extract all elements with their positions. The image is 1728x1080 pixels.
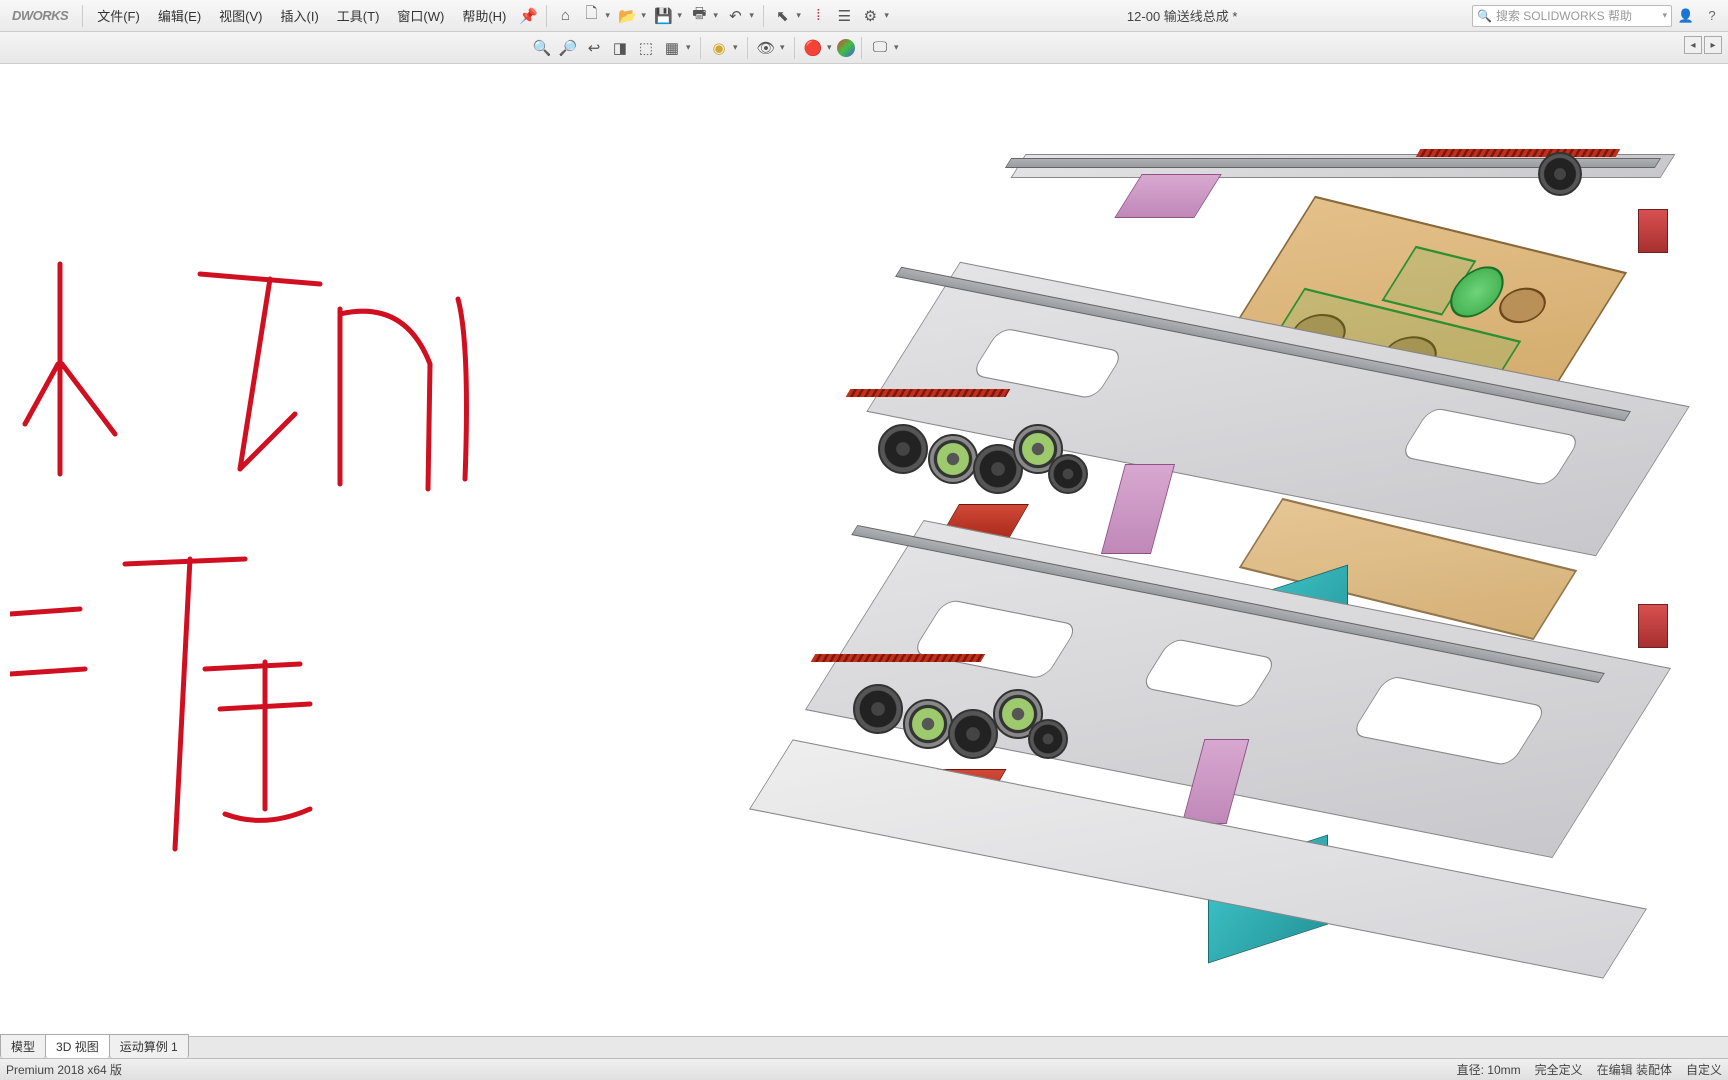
section-view-icon[interactable]: ◨: [608, 36, 632, 60]
graphics-viewport[interactable]: [0, 64, 1728, 1036]
nav-prev-icon[interactable]: ◂: [1684, 36, 1702, 54]
status-custom[interactable]: 自定义: [1686, 1061, 1722, 1078]
tab-motion[interactable]: 运动算例 1: [109, 1034, 189, 1058]
dropdown-icon[interactable]: ▾: [713, 10, 721, 21]
pushpin-icon[interactable]: 📌: [516, 4, 540, 28]
statusbar: Premium 2018 x64 版 直径: 10mm 完全定义 在编辑 装配体…: [0, 1058, 1728, 1080]
traffic-icon[interactable]: ⁞: [806, 4, 830, 28]
view-toolbar: 🔍 🔎 ↩ ◨ ⬚ ▦▾ ◉▾ 👁▾ 🔴▾ 🖵▾: [0, 32, 1728, 64]
dropdown-icon[interactable]: ▾: [749, 10, 757, 21]
help-search[interactable]: 🔍 搜索 SOLIDWORKS 帮助 ▾: [1472, 5, 1672, 27]
menu-file[interactable]: 文件(F): [89, 2, 148, 29]
print-icon[interactable]: 🖶: [687, 4, 711, 28]
open-icon[interactable]: 📂: [615, 4, 639, 28]
separator: [700, 37, 701, 59]
render-icon[interactable]: 🖵: [868, 36, 892, 60]
separator: [861, 37, 862, 59]
separator: [82, 5, 83, 27]
dropdown-icon[interactable]: ▾: [796, 10, 804, 21]
orientation-icon[interactable]: ⬚: [634, 36, 658, 60]
status-define: 完全定义: [1535, 1061, 1583, 1078]
menu-insert[interactable]: 插入(I): [273, 2, 327, 29]
search-icon: 🔍: [1477, 9, 1492, 23]
model-tabs: 模型 3D 视图 运动算例 1: [0, 1036, 1728, 1058]
dropdown-icon[interactable]: ▾: [641, 10, 649, 21]
tab-3dview[interactable]: 3D 视图: [45, 1034, 110, 1058]
home-icon[interactable]: ⌂: [553, 4, 577, 28]
list-icon[interactable]: ☰: [832, 4, 856, 28]
app-logo: DWORKS: [4, 8, 76, 23]
separator: [747, 37, 748, 59]
hide-show-icon[interactable]: ◉: [707, 36, 731, 60]
separator: [763, 5, 764, 27]
appearance-icon[interactable]: 🔴: [801, 36, 825, 60]
zoom-fit-icon[interactable]: 🔍: [530, 36, 554, 60]
dropdown-icon[interactable]: ▾: [733, 42, 741, 53]
tab-model[interactable]: 模型: [0, 1034, 46, 1058]
dropdown-icon[interactable]: ▾: [894, 42, 902, 53]
menu-window[interactable]: 窗口(W): [389, 2, 452, 29]
view-scene-icon[interactable]: 👁: [754, 36, 778, 60]
dropdown-icon[interactable]: ▾: [780, 42, 788, 53]
new-icon[interactable]: 🗋: [579, 4, 603, 28]
status-version: Premium 2018 x64 版: [6, 1061, 1457, 1078]
dropdown-icon[interactable]: ▾: [677, 10, 685, 21]
previous-view-icon[interactable]: ↩: [582, 36, 606, 60]
dropdown-icon[interactable]: ▾: [605, 10, 613, 21]
menu-view[interactable]: 视图(V): [211, 2, 270, 29]
menu-tools[interactable]: 工具(T): [329, 2, 388, 29]
separator: [794, 37, 795, 59]
nav-next-icon[interactable]: ▸: [1704, 36, 1722, 54]
viewport-nav: ◂ ▸: [1684, 36, 1722, 54]
dropdown-icon[interactable]: ▾: [1662, 10, 1667, 21]
dropdown-icon[interactable]: ▾: [884, 10, 892, 21]
status-context: 在编辑 装配体: [1597, 1061, 1672, 1078]
menu-help[interactable]: 帮助(H): [454, 2, 514, 29]
main-menubar: DWORKS 文件(F) 编辑(E) 视图(V) 插入(I) 工具(T) 窗口(…: [0, 0, 1728, 32]
menu-edit[interactable]: 编辑(E): [150, 2, 209, 29]
help-icon[interactable]: ?: [1700, 4, 1724, 28]
cad-model-view: [758, 144, 1718, 964]
dropdown-icon[interactable]: ▾: [827, 42, 835, 53]
search-placeholder: 搜索 SOLIDWORKS 帮助: [1496, 7, 1632, 24]
save-icon[interactable]: 💾: [651, 4, 675, 28]
user-icon[interactable]: 👤: [1674, 4, 1698, 28]
dropdown-icon[interactable]: ▾: [686, 42, 694, 53]
scene-icon[interactable]: [837, 39, 855, 57]
zoom-area-icon[interactable]: 🔎: [556, 36, 580, 60]
select-icon[interactable]: ⬉: [770, 4, 794, 28]
annotation-overlay: [10, 254, 480, 864]
undo-icon[interactable]: ↶: [723, 4, 747, 28]
separator: [546, 5, 547, 27]
display-style-icon[interactable]: ▦: [660, 36, 684, 60]
status-radius: 直径: 10mm: [1457, 1061, 1521, 1078]
document-title: 12-00 输送线总成 *: [894, 6, 1470, 25]
settings-icon[interactable]: ⚙: [858, 4, 882, 28]
